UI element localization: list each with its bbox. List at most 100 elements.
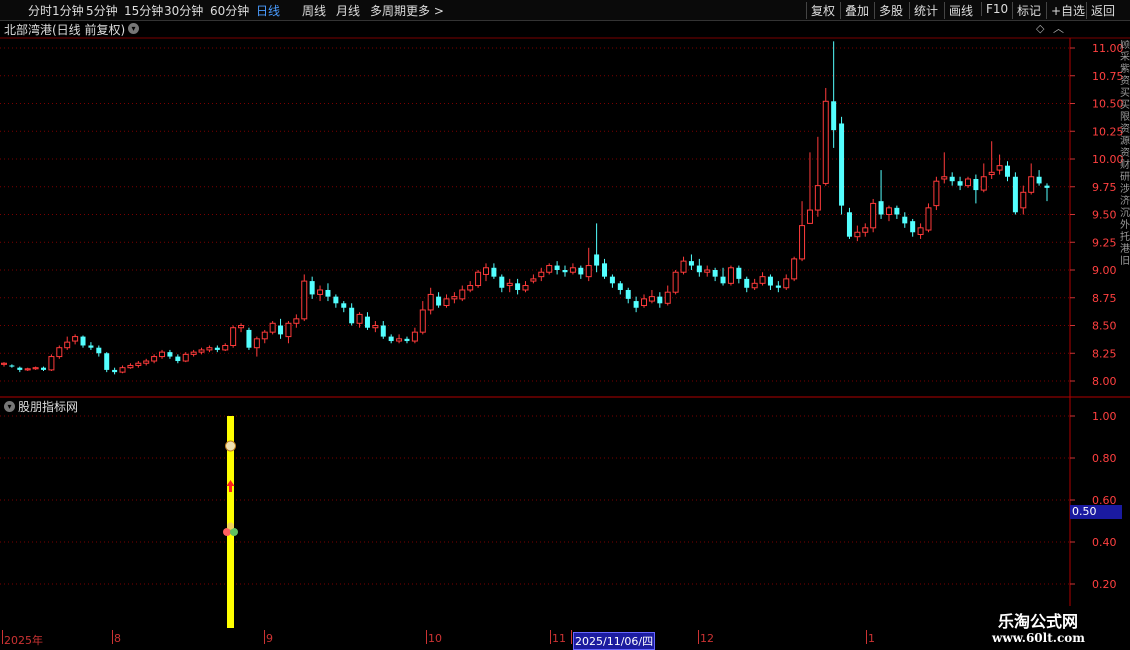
candle	[594, 223, 600, 273]
price-tick-label: 9.50	[1092, 209, 1117, 222]
candle	[451, 292, 458, 304]
candle	[831, 41, 837, 148]
indicator-chart[interactable]: 1.000.800.600.400.20	[0, 396, 1130, 632]
period-tab-3[interactable]: 15分钟	[124, 2, 163, 19]
candle	[72, 334, 79, 345]
candle	[917, 223, 924, 239]
period-tab-4[interactable]: 30分钟	[164, 2, 203, 19]
candlestick-chart[interactable]: 11.00 10.75 10.50 10.25 10.00 9.75 9.50 9.25 9.0…	[0, 20, 1130, 412]
candle	[672, 270, 679, 295]
price-tick-label: 8.50	[1092, 320, 1117, 333]
candle	[641, 294, 648, 308]
toolbar-button-7[interactable]: +自选	[1046, 2, 1089, 19]
candle	[88, 342, 94, 350]
date-label-1: 8	[114, 632, 121, 645]
price-tick-label: 9.25	[1092, 236, 1117, 249]
candle	[1020, 185, 1027, 215]
candle	[1036, 170, 1042, 186]
date-label-3: 10	[428, 632, 442, 645]
period-tab-0[interactable]: 分时	[28, 2, 52, 19]
candle	[1028, 163, 1035, 195]
toolbar-button-2[interactable]: 多股	[874, 2, 907, 19]
candle	[744, 276, 750, 293]
period-tab-10[interactable]: 更多 >	[406, 2, 444, 19]
period-tab-1[interactable]: 1分钟	[52, 2, 84, 19]
current-value-badge: 0.50	[1070, 505, 1122, 519]
candle	[1012, 172, 1018, 215]
candle	[404, 336, 410, 344]
watermark-logo: 乐淘公式网 www.60lt.com	[980, 606, 1130, 650]
candle	[688, 254, 694, 270]
candle	[151, 354, 158, 364]
toolbar-button-3[interactable]: 统计	[909, 2, 942, 19]
candle	[633, 296, 639, 313]
candle	[325, 283, 331, 302]
toolbar-button-0[interactable]: 复权	[806, 2, 839, 19]
candle	[9, 364, 15, 368]
candle	[427, 287, 434, 315]
period-tab-6[interactable]: 日线	[256, 2, 280, 19]
candle	[1, 362, 7, 367]
period-tab-2[interactable]: 5分钟	[86, 2, 118, 19]
candle	[278, 318, 284, 339]
candle	[996, 154, 1003, 175]
period-tab-8[interactable]: 月线	[336, 2, 360, 19]
candle	[625, 287, 631, 304]
candle	[775, 281, 781, 293]
candle	[814, 136, 821, 217]
candle	[957, 176, 963, 191]
period-tab-7[interactable]: 周线	[302, 2, 326, 19]
candle	[491, 263, 497, 279]
price-tick-label: 8.00	[1092, 375, 1117, 388]
candle	[522, 281, 529, 293]
date-label-2: 9	[266, 632, 273, 645]
toolbar-button-5[interactable]: F10	[981, 2, 1012, 16]
candle	[175, 354, 181, 364]
price-tick-label: 9.00	[1092, 264, 1117, 277]
candle	[190, 349, 197, 357]
price-tick-label: 8.75	[1092, 292, 1117, 305]
candle	[56, 345, 63, 359]
watermark-title: 乐淘公式网	[998, 612, 1079, 631]
candle	[96, 345, 102, 357]
candle	[261, 329, 268, 344]
candle	[546, 263, 553, 275]
candle	[253, 336, 260, 357]
date-label-7: 1	[868, 632, 875, 645]
toolbar-button-1[interactable]: 叠加	[840, 2, 873, 19]
candle	[680, 256, 687, 275]
date-label-5: 2025/11/06/四	[573, 632, 656, 650]
candle	[467, 281, 474, 293]
candle	[617, 281, 623, 295]
candle	[554, 261, 560, 275]
indicator-tick-label: 1.00	[1092, 410, 1117, 423]
candle	[751, 278, 758, 290]
candle	[104, 352, 110, 373]
candle	[48, 354, 55, 372]
period-tab-9[interactable]: 多周期	[370, 2, 406, 19]
toolbar-button-4[interactable]: 画线	[944, 2, 977, 19]
indicator-tick-label: 0.20	[1092, 578, 1117, 591]
indicator-tick-label: 0.40	[1092, 536, 1117, 549]
period-tab-5[interactable]: 60分钟	[210, 2, 249, 19]
candle	[806, 152, 813, 224]
candle	[1004, 161, 1010, 182]
candle	[17, 366, 23, 373]
candle	[585, 247, 592, 282]
period-toolbar: 分时 1分钟 5分钟 15分钟 30分钟 60分钟 日线 周线 月线 多周期 更多 > 复权 叠加 多股…	[0, 0, 1130, 21]
toolbar-button-8[interactable]: 返回	[1086, 2, 1119, 19]
price-tick-label: 10.75	[1092, 70, 1124, 83]
toolbar-button-6[interactable]: 标记	[1012, 2, 1045, 19]
candle	[443, 294, 450, 308]
candle	[246, 327, 252, 350]
candle	[862, 223, 869, 237]
candle	[482, 263, 489, 282]
candle	[506, 278, 513, 293]
indicator-tick-label: 0.80	[1092, 452, 1117, 465]
candle	[941, 152, 948, 184]
candle	[973, 174, 979, 204]
price-tick-label: 11.00	[1092, 42, 1124, 55]
candle	[538, 267, 545, 282]
candle	[364, 312, 370, 330]
price-tick-label: 10.25	[1092, 125, 1124, 138]
